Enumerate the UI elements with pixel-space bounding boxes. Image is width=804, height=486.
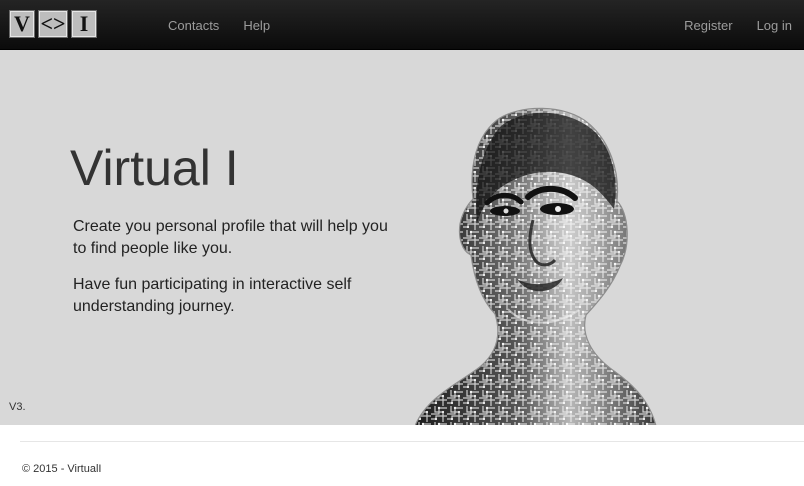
logo-diamond-symbol: <> [38, 10, 68, 38]
nav-help-link[interactable]: Help [243, 18, 270, 33]
footer-divider [20, 441, 804, 442]
main-nav: Contacts Help [168, 0, 270, 50]
hero-title: Virtual I [70, 140, 239, 196]
logo-letter-v: V [9, 10, 35, 38]
copyright-text: © 2015 - VirtualI [22, 463, 102, 475]
nav-contacts-link[interactable]: Contacts [168, 18, 219, 33]
footer: © 2015 - VirtualI [0, 425, 804, 486]
top-navbar: V <> I Contacts Help Register Log in [0, 0, 804, 50]
circuit-face-portrait-icon [415, 107, 657, 426]
logo-letter-i: I [71, 10, 97, 38]
login-link[interactable]: Log in [757, 18, 792, 33]
hero-description-2: Have fun participating in interactive se… [73, 276, 352, 315]
hero-description-1: Create you personal profile that will he… [73, 218, 388, 257]
landing-page: V <> I Contacts Help Register Log in Vir… [0, 0, 804, 486]
account-nav: Register Log in [684, 0, 792, 50]
hero-section: Virtual I Create you personal profile th… [0, 50, 804, 426]
register-link[interactable]: Register [684, 18, 732, 33]
version-label: V3. [9, 401, 26, 413]
site-logo[interactable]: V <> I [9, 10, 97, 38]
